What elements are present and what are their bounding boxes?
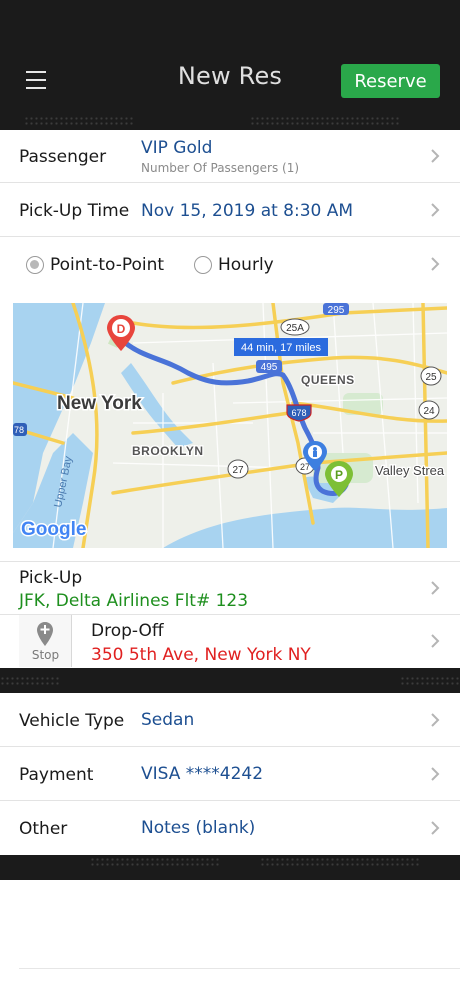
svg-text:495: 495 (261, 362, 278, 373)
service-type-row: Point-to-Point Hourly (0, 237, 460, 292)
svg-text:25: 25 (425, 372, 437, 383)
radio-hourly[interactable]: Hourly (194, 255, 274, 275)
svg-text:25A: 25A (286, 323, 304, 334)
passenger-value: VIP Gold (141, 138, 213, 158)
chevron-right-icon (428, 147, 442, 165)
vehicle-type-row[interactable]: Vehicle Type Sedan (0, 693, 460, 747)
decor-dots (250, 116, 400, 126)
payment-value: VISA ****4242 (141, 764, 264, 784)
route-info-callout: 44 min, 17 miles (234, 338, 328, 356)
other-value: Notes (blank) (141, 818, 256, 838)
chevron-right-icon (428, 201, 442, 219)
add-stop-pin-icon (37, 622, 53, 646)
decor-dots (260, 857, 420, 867)
chevron-right-icon (428, 632, 442, 650)
dropoff-address: 350 5th Ave, New York NY (91, 645, 311, 665)
pickup-time-label: Pick-Up Time (19, 201, 130, 221)
highway-shield: 678 (286, 404, 312, 422)
pickup-label: Pick-Up (19, 568, 83, 588)
map-label-new-york: New York (57, 393, 142, 414)
radio-point-to-point[interactable]: Point-to-Point (26, 255, 164, 275)
payment-label: Payment (19, 765, 94, 785)
chevron-right-icon (428, 819, 442, 837)
decor-dots (90, 857, 220, 867)
svg-text:78: 78 (14, 425, 24, 435)
chevron-right-icon (428, 711, 442, 729)
svg-text:27: 27 (300, 462, 310, 472)
map-canvas: 295 25A 495 678 25 24 27 27 78 New York … (13, 303, 447, 548)
decor-dots (400, 676, 460, 686)
passenger-count: Number Of Passengers (1) (141, 161, 300, 175)
menu-icon[interactable] (26, 71, 46, 89)
route-map[interactable]: 295 25A 495 678 25 24 27 27 78 New York … (13, 303, 447, 548)
pickup-address: JFK, Delta Airlines Flt# 123 (19, 591, 249, 611)
radio-hourly-label: Hourly (218, 255, 274, 275)
svg-text:27: 27 (232, 465, 244, 476)
chevron-right-icon (428, 255, 442, 273)
highway-shield: 27 (227, 459, 249, 479)
radio-unselected-icon (194, 256, 212, 274)
footer-divider-band (0, 855, 460, 880)
pickup-time-value: Nov 15, 2019 at 8:30 AM (141, 201, 354, 221)
radio-point-to-point-label: Point-to-Point (50, 255, 165, 275)
dropoff-label: Drop-Off (91, 621, 164, 641)
top-bar: New Res Reserve (0, 0, 460, 108)
reserve-button[interactable]: Reserve (341, 64, 440, 98)
vehicle-type-label: Vehicle Type (19, 711, 125, 731)
svg-text:24: 24 (423, 406, 435, 417)
passenger-row[interactable]: Passenger VIP Gold Number Of Passengers … (0, 130, 460, 183)
chevron-right-icon (428, 579, 442, 597)
section-divider-band (0, 668, 460, 693)
svg-text:44 min, 17 miles: 44 min, 17 miles (241, 342, 322, 354)
payment-row[interactable]: Payment VISA ****4242 (0, 747, 460, 801)
highway-shield: 25 (420, 366, 442, 386)
map-label-queens: QUEENS (301, 373, 355, 387)
highway-shield: 25A (280, 318, 310, 336)
pickup-time-row[interactable]: Pick-Up Time Nov 15, 2019 at 8:30 AM (0, 183, 460, 237)
empty-list-divider (19, 968, 460, 969)
vehicle-type-value: Sedan (141, 710, 195, 730)
chevron-right-icon (428, 765, 442, 783)
map-label-valley-stream: Valley Strea (375, 463, 445, 478)
map-label-brooklyn: BROOKLYN (132, 444, 204, 458)
highway-shield: 495 (256, 360, 282, 373)
svg-text:D: D (117, 322, 126, 336)
svg-text:678: 678 (291, 408, 306, 418)
highway-shield: 78 (13, 423, 27, 436)
google-logo: Google (21, 519, 86, 540)
pickup-location-row[interactable]: Pick-Up JFK, Delta Airlines Flt# 123 (0, 561, 460, 615)
add-stop-label: Stop (31, 648, 60, 662)
add-stop-button[interactable]: Stop (19, 615, 72, 667)
highway-shield: 24 (418, 400, 440, 420)
decor-dots (0, 676, 60, 686)
radio-selected-icon (26, 256, 44, 274)
svg-text:P: P (335, 468, 343, 482)
decor-dots (24, 116, 134, 126)
svg-text:295: 295 (328, 305, 345, 316)
page-title: New Res (177, 62, 283, 90)
other-label: Other (19, 819, 68, 839)
header-divider-band (0, 108, 460, 130)
passenger-label: Passenger (19, 147, 107, 167)
other-row[interactable]: Other Notes (blank) (0, 801, 460, 855)
highway-shield: 295 (323, 303, 349, 316)
